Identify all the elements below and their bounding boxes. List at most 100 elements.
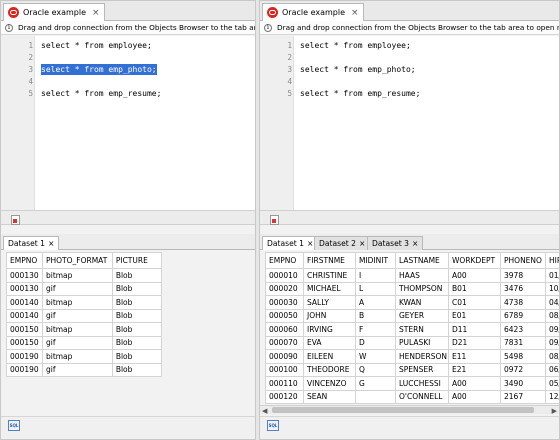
table-cell[interactable]: PULASKI [395, 335, 449, 350]
table-cell[interactable]: MICHAEL [303, 281, 356, 296]
table-cell[interactable]: G [355, 376, 396, 391]
table-cell[interactable]: GEYER [395, 308, 449, 323]
selected-code-text[interactable]: select * from emp_photo; [41, 64, 157, 75]
table-cell[interactable]: A00 [448, 376, 501, 391]
table-cell[interactable]: D11 [448, 322, 501, 337]
table-cell[interactable]: E11 [448, 349, 501, 364]
column-header-hiredate[interactable]: HIR [545, 252, 559, 269]
table-cell[interactable]: 7831 [500, 335, 546, 350]
table-cell[interactable]: SALLY [303, 295, 356, 310]
tab-dataset-1[interactable]: Dataset 1 × [3, 236, 60, 250]
table-cell[interactable]: 000140 [6, 308, 43, 323]
code-line[interactable]: 2 [1, 52, 255, 63]
table-cell[interactable]: SEAN [303, 389, 356, 404]
table-row[interactable]: 000190 gif Blob [6, 362, 163, 377]
code-text[interactable]: select * from emp_resume; [300, 88, 420, 99]
table-cell[interactable]: 05/ [545, 376, 559, 391]
sql-editor[interactable]: 1 select * from employee; 2 3 select * f… [1, 36, 255, 211]
table-row[interactable]: 000120SEAN O'CONNELLA00216712/0 [265, 389, 559, 404]
table-row[interactable]: 000130 bitmap Blob [6, 268, 163, 283]
table-cell[interactable]: IRVING [303, 322, 356, 337]
close-icon[interactable]: × [92, 8, 100, 18]
table-cell[interactable]: 04/0 [545, 295, 559, 310]
close-icon[interactable]: × [351, 8, 359, 18]
close-icon[interactable]: × [412, 239, 418, 248]
table-cell[interactable]: 3978 [500, 268, 546, 283]
table-cell[interactable]: 0972 [500, 362, 546, 377]
horizontal-scrollbar[interactable]: ◀ ▶ [260, 405, 559, 415]
table-cell[interactable]: 6789 [500, 308, 546, 323]
scroll-right-icon[interactable]: ▶ [552, 407, 557, 415]
sql-icon[interactable]: SQL [267, 420, 279, 431]
table-row[interactable]: 000140 bitmap Blob [6, 295, 163, 310]
table-cell[interactable]: 000070 [265, 335, 304, 350]
column-header-photo-format[interactable]: PHOTO_FORMAT [41, 252, 113, 269]
table-cell[interactable]: gif [41, 362, 113, 377]
table-cell[interactable]: Blob [111, 295, 163, 310]
table-cell[interactable]: Blob [111, 335, 163, 350]
table-cell[interactable]: 12/0 [545, 389, 559, 404]
table-cell[interactable]: 08/ [545, 308, 559, 323]
close-icon[interactable]: × [307, 239, 313, 248]
table-cell[interactable]: B [355, 308, 396, 323]
table-cell[interactable]: 5498 [500, 349, 546, 364]
table-cell[interactable]: A [355, 295, 396, 310]
result-grid[interactable]: EMPNO FIRSTNME MIDINIT LASTNAME WORKDEPT… [265, 252, 559, 404]
table-cell[interactable]: bitmap [41, 322, 113, 337]
table-cell[interactable]: 000110 [265, 376, 304, 391]
code-text[interactable]: select * from employee; [41, 40, 152, 51]
table-row[interactable]: 000140 gif Blob [6, 308, 163, 323]
table-cell[interactable]: L [355, 281, 396, 296]
table-cell[interactable]: E21 [448, 362, 501, 377]
table-cell[interactable]: Blob [111, 308, 163, 323]
column-header-midinit[interactable]: MIDINIT [355, 252, 396, 269]
table-cell[interactable]: 4738 [500, 295, 546, 310]
table-row[interactable]: 000110 VINCENZO G LUCCHESSI A00 3490 05/ [265, 376, 559, 391]
table-cell[interactable]: 000150 [6, 322, 43, 337]
table-cell[interactable]: Blob [111, 349, 163, 364]
table-cell[interactable]: 000090 [265, 349, 304, 364]
code-line[interactable]: 4 [1, 76, 255, 87]
execute-icon[interactable] [270, 215, 279, 225]
column-header-lastname[interactable]: LASTNAME [395, 252, 449, 269]
code-text[interactable]: select * from employee; [300, 40, 411, 51]
table-cell[interactable]: 000130 [6, 281, 43, 296]
table-cell[interactable]: Blob [111, 322, 163, 337]
table-cell[interactable]: 000030 [265, 295, 304, 310]
table-cell[interactable]: 3490 [500, 376, 546, 391]
table-cell[interactable]: 000150 [6, 335, 43, 350]
table-cell[interactable]: 000060 [265, 322, 304, 337]
table-cell[interactable]: HENDERSON [395, 349, 449, 364]
tab-dataset-2[interactable]: Dataset 2 × [314, 236, 371, 250]
table-cell[interactable]: 000130 [6, 268, 43, 283]
table-row[interactable]: 000190 bitmap Blob [6, 349, 163, 364]
table-cell[interactable]: Q [355, 362, 396, 377]
table-cell[interactable]: O'CONNELL [395, 389, 449, 404]
table-cell[interactable]: CHRISTINE [303, 268, 356, 283]
code-line[interactable]: 3 select * from emp_photo; [1, 64, 255, 75]
table-cell[interactable]: gif [41, 281, 113, 296]
table-cell[interactable]: 000050 [265, 308, 304, 323]
table-cell[interactable]: 2167 [500, 389, 546, 404]
column-header-empno[interactable]: EMPNO [265, 252, 304, 269]
column-header-picture[interactable]: PICTURE [111, 252, 163, 269]
table-cell[interactable]: 01/0 [545, 268, 559, 283]
code-line[interactable]: 3 select * from emp_photo; [260, 64, 559, 75]
table-cell[interactable]: HAAS [395, 268, 449, 283]
table-cell[interactable]: 000190 [6, 349, 43, 364]
table-cell[interactable]: bitmap [41, 295, 113, 310]
table-cell[interactable]: A00 [448, 389, 501, 404]
table-cell[interactable]: D21 [448, 335, 501, 350]
table-cell[interactable]: 000020 [265, 281, 304, 296]
table-row[interactable]: 000010CHRISTINEIHAASA00397801/0 [265, 268, 559, 283]
table-cell[interactable]: Blob [111, 281, 163, 296]
document-tab[interactable]: Oracle example × [3, 3, 105, 21]
table-row[interactable]: 000150 bitmap Blob [6, 322, 163, 337]
table-row[interactable]: 000130 gif Blob [6, 281, 163, 296]
table-cell[interactable]: EILEEN [303, 349, 356, 364]
table-cell[interactable]: F [355, 322, 396, 337]
scroll-left-icon[interactable]: ◀ [262, 407, 267, 415]
table-cell[interactable]: 10/ [545, 281, 559, 296]
table-cell[interactable]: E01 [448, 308, 501, 323]
column-header-firstnme[interactable]: FIRSTNME [303, 252, 356, 269]
